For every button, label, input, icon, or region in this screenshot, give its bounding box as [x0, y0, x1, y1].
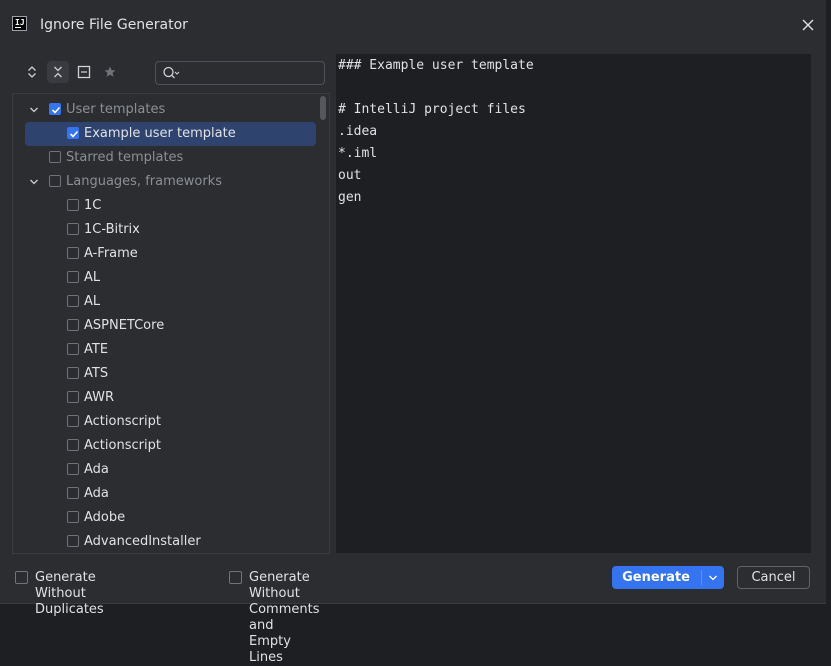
tree-item-checkbox[interactable] [67, 463, 79, 475]
tree-item-checkbox[interactable] [67, 271, 79, 283]
cancel-button[interactable]: Cancel [737, 566, 810, 589]
tree-item-label: AdvancedInstaller [84, 534, 201, 549]
split-separator [701, 570, 702, 585]
tree-item-label: AL [84, 270, 101, 285]
generate-without-duplicates-label: Generate Without Duplicates [35, 570, 104, 617]
tree-group-user-templates[interactable]: User templates [13, 98, 319, 122]
preview-line: out [338, 168, 362, 183]
generate-without-comments-checkbox[interactable] [229, 571, 242, 584]
tree-item[interactable]: ASPNETCore [13, 314, 319, 338]
ignore-file-generator-dialog: IJ Ignore File Generator User templates … [0, 0, 827, 665]
example-user-template-checkbox[interactable] [67, 127, 79, 139]
tree-item-label: Ada [84, 462, 109, 477]
tree-item-label: AWR [84, 390, 115, 405]
tree-item[interactable]: AWR [13, 386, 319, 410]
collapse-all-button[interactable] [47, 61, 69, 83]
tree-item-label: Actionscript [84, 438, 161, 453]
tree-item-label: AL [84, 294, 101, 309]
tree-item[interactable]: Ada [13, 482, 319, 506]
tree-item-label: Adobe [84, 510, 126, 525]
preview-line: *.iml [338, 146, 378, 161]
tree-item-checkbox[interactable] [67, 343, 79, 355]
tree-group-label: User templates [66, 102, 166, 117]
preview-line: .idea [338, 124, 378, 139]
dialog-title: Ignore File Generator [40, 17, 188, 33]
chevron-down-icon[interactable] [29, 177, 39, 187]
template-tree: User templates Example user template Sta… [13, 98, 319, 553]
expand-all-button[interactable] [21, 61, 43, 83]
star-button[interactable] [99, 61, 121, 83]
background-window-edge [826, 0, 831, 605]
generate-without-comments-label: Generate Without Comments and Empty Line… [249, 570, 320, 665]
tree-item-checkbox[interactable] [67, 319, 79, 331]
tree-item[interactable]: Adobe [13, 506, 319, 530]
tree-item-checkbox[interactable] [67, 367, 79, 379]
tree-item-checkbox[interactable] [67, 223, 79, 235]
template-search-box [155, 61, 325, 85]
tree-scrollbar-thumb[interactable] [320, 96, 326, 120]
generate-button-label: Generate [622, 570, 690, 585]
tree-item-checkbox[interactable] [67, 535, 79, 547]
intellij-logo-icon: IJ [12, 16, 27, 31]
tree-item-label: 1C [84, 198, 102, 213]
tree-group-languages-frameworks[interactable]: Languages, frameworks [13, 170, 319, 194]
generate-without-duplicates-checkbox[interactable] [15, 571, 28, 584]
template-preview-editor[interactable]: ### Example user template # IntelliJ proj… [336, 54, 811, 553]
tree-item-label: A-Frame [84, 246, 138, 261]
starred-templates-checkbox[interactable] [49, 151, 61, 163]
expand-all-icon [28, 66, 36, 78]
chevron-down-icon[interactable] [707, 572, 719, 584]
tree-item-label: ATE [84, 342, 109, 357]
tree-item[interactable]: Actionscript [13, 410, 319, 434]
preview-line: gen [338, 190, 362, 205]
tree-item-checkbox[interactable] [67, 415, 79, 427]
tree-item-checkbox[interactable] [67, 487, 79, 499]
tree-item-label: Ada [84, 486, 109, 501]
tree-item-checkbox[interactable] [67, 439, 79, 451]
tree-item-example-user-template[interactable]: Example user template [13, 122, 319, 146]
search-input[interactable] [184, 64, 320, 82]
collapse-button[interactable] [73, 61, 95, 83]
tree-item-checkbox[interactable] [67, 199, 79, 211]
tree-item[interactable]: 1C [13, 194, 319, 218]
tree-item[interactable]: Ada [13, 458, 319, 482]
tree-item[interactable]: ATE [13, 338, 319, 362]
generate-button[interactable]: Generate [612, 566, 724, 589]
tree-item-checkbox[interactable] [67, 247, 79, 259]
tree-item-label: Actionscript [84, 414, 161, 429]
search-icon[interactable] [162, 65, 180, 81]
title-bar: IJ Ignore File Generator [0, 0, 826, 50]
tree-item-label: ATS [84, 366, 109, 381]
tree-item[interactable]: Actionscript [13, 434, 319, 458]
tree-item-label: 1C-Bitrix [84, 222, 140, 237]
template-tree-panel: User templates Example user template Sta… [12, 93, 330, 554]
tree-item[interactable]: AL [13, 266, 319, 290]
tree-item[interactable]: AL [13, 290, 319, 314]
tree-item-checkbox[interactable] [67, 511, 79, 523]
tree-item-label: ASPNETCore [84, 318, 165, 333]
collapse-icon [77, 65, 91, 79]
preview-line: # IntelliJ project files [338, 102, 526, 117]
tree-item[interactable]: 1C-Bitrix [13, 218, 319, 242]
tree-item-checkbox[interactable] [67, 391, 79, 403]
close-icon[interactable] [800, 17, 816, 33]
tree-item-checkbox[interactable] [67, 295, 79, 307]
tree-group-starred-templates[interactable]: Starred templates [13, 146, 319, 170]
chevron-down-icon[interactable] [29, 105, 39, 115]
tree-group-label: Starred templates [66, 150, 184, 165]
user-templates-checkbox[interactable] [49, 103, 61, 115]
tree-group-label: Languages, frameworks [66, 174, 222, 189]
preview-line: ### Example user template [338, 58, 534, 73]
tree-item[interactable]: A-Frame [13, 242, 319, 266]
tree-item-label: Example user template [84, 126, 236, 141]
star-icon [104, 66, 116, 77]
tree-item[interactable]: AdvancedInstaller [13, 530, 319, 553]
languages-frameworks-checkbox[interactable] [49, 175, 61, 187]
collapse-all-icon [54, 66, 62, 78]
tree-item[interactable]: ATS [13, 362, 319, 386]
